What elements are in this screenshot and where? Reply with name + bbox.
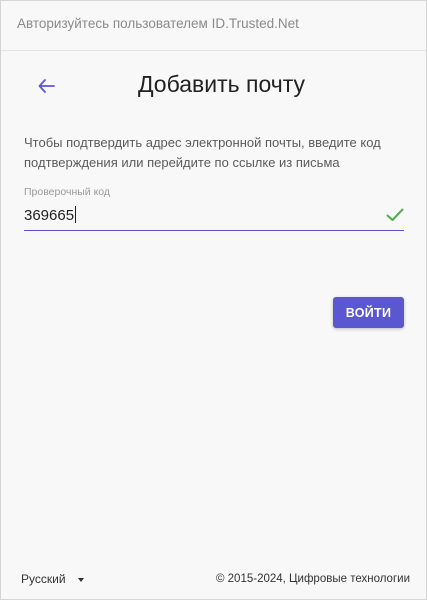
copyright-text: © 2015-2024, Цифровые технологии <box>215 573 410 585</box>
instruction-text: Чтобы подтвердить адрес электронной почт… <box>24 135 381 170</box>
verification-code-value: 369665 <box>24 207 75 224</box>
verification-code-input[interactable]: 369665 <box>24 206 77 224</box>
language-label: Русский <box>21 572 66 586</box>
language-selector[interactable]: Русский <box>21 572 84 586</box>
dialog-frame: Авторизуйтесь пользователем ID.Trusted.N… <box>0 0 427 600</box>
text-cursor <box>75 206 77 223</box>
top-bar-title: Авторизуйтесь пользователем ID.Trusted.N… <box>17 16 299 31</box>
check-icon <box>386 208 404 221</box>
caret-down-icon <box>77 577 84 582</box>
login-button[interactable]: ВОЙТИ <box>333 297 404 328</box>
input-underline <box>24 230 404 231</box>
page-title: Добавить почту <box>137 71 306 97</box>
verification-code-label: Проверочный код <box>24 186 111 198</box>
top-bar: Авторизуйтесь пользователем ID.Trusted.N… <box>1 1 426 51</box>
verification-code-field[interactable]: Проверочный код 369665 <box>24 186 404 232</box>
